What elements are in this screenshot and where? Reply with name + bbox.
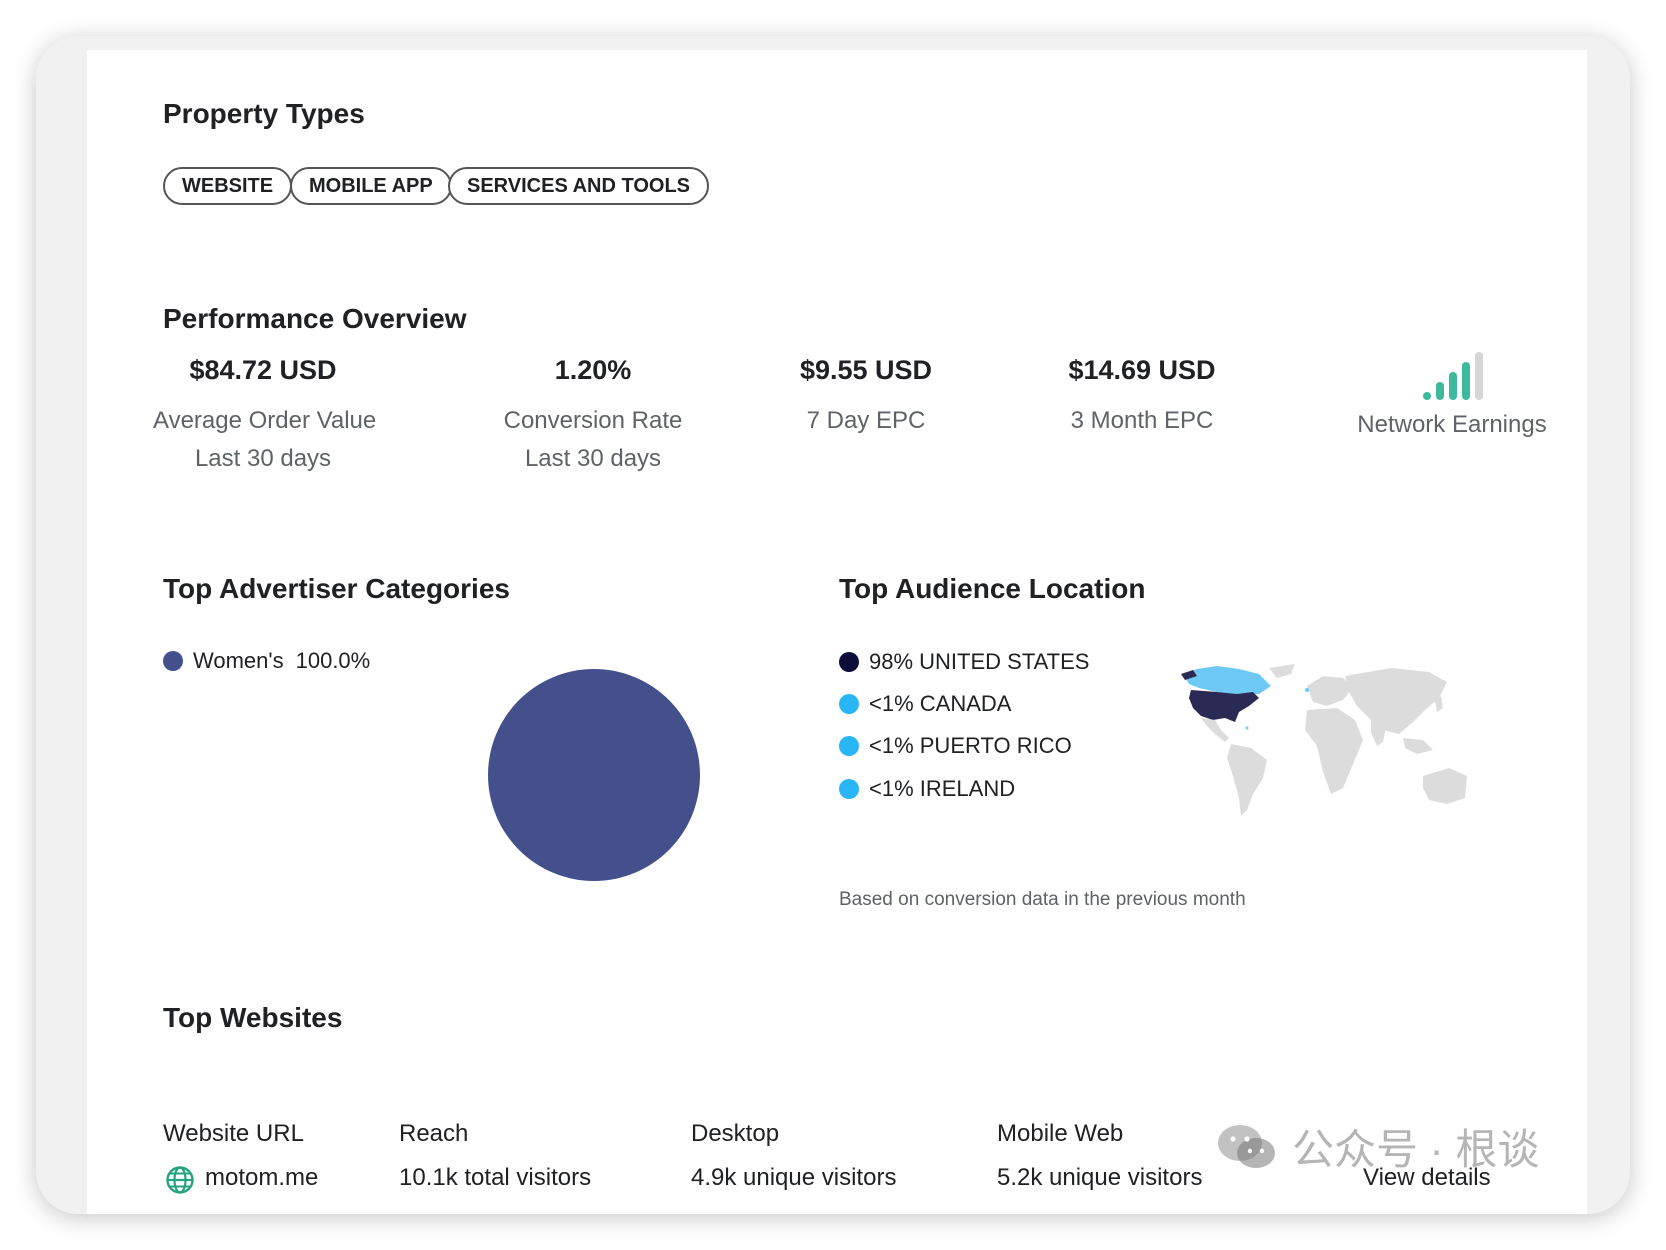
signal-bars-icon bbox=[1423, 352, 1483, 400]
mobile-web-value: 5.2k unique visitors bbox=[997, 1164, 1203, 1191]
stat-label: Conversion Rate bbox=[503, 407, 683, 434]
map-region-puerto-rico bbox=[1245, 726, 1249, 730]
stat-average-order-value: $84.72 USD Average Order Value Last 30 d… bbox=[153, 350, 377, 478]
signal-bar bbox=[1423, 392, 1431, 400]
map-region-south-america bbox=[1227, 744, 1267, 816]
map-region-canada bbox=[1183, 666, 1271, 694]
stat-conversion-rate: 1.20% Conversion Rate Last 30 days bbox=[483, 350, 703, 478]
location-dot bbox=[839, 779, 859, 799]
stat-value: $9.55 USD bbox=[799, 355, 933, 385]
stat-value: $84.72 USD bbox=[189, 355, 337, 385]
content-panel: Property Types WEBSITE MOBILE APP SERVIC… bbox=[87, 50, 1587, 1214]
stat-network-earnings: Network Earnings bbox=[1342, 350, 1562, 444]
performance-overview-title: Performance Overview bbox=[163, 303, 467, 334]
location-label: <1% PUERTO RICO bbox=[869, 733, 1072, 758]
column-header-website-url: Website URL bbox=[163, 1120, 304, 1147]
map-region-europe bbox=[1307, 676, 1353, 706]
location-item-united-states: 98% UNITED STATES bbox=[839, 649, 1089, 675]
signal-bar bbox=[1449, 372, 1457, 400]
location-dot bbox=[839, 694, 859, 714]
map-region-africa bbox=[1305, 708, 1363, 794]
signal-bar bbox=[1436, 382, 1444, 400]
map-region-southeast-asia bbox=[1403, 738, 1433, 754]
advertiser-categories-title: Top Advertiser Categories bbox=[163, 573, 510, 604]
stat-value: $14.69 USD bbox=[1068, 355, 1216, 385]
map-region-greenland bbox=[1269, 664, 1295, 678]
location-label: <1% CANADA bbox=[869, 691, 1012, 716]
stat-label: Network Earnings bbox=[1357, 411, 1547, 438]
column-header-desktop: Desktop bbox=[691, 1120, 780, 1147]
audience-location-title: Top Audience Location bbox=[839, 573, 1146, 604]
legend-item-womens: Women's 100.0% bbox=[163, 648, 370, 674]
desktop-value: 4.9k unique visitors bbox=[691, 1164, 897, 1191]
website-url-link[interactable]: motom.me bbox=[205, 1164, 318, 1192]
stat-value: 1.20% bbox=[554, 355, 632, 385]
advertiser-categories-pie-chart bbox=[488, 669, 700, 881]
signal-bar bbox=[1475, 352, 1483, 400]
chip-mobile-app[interactable]: MOBILE APP bbox=[290, 167, 452, 205]
location-dot bbox=[839, 736, 859, 756]
stat-label: 7 Day EPC bbox=[806, 407, 926, 434]
map-region-asia bbox=[1345, 668, 1447, 734]
stat-3-month-epc: $14.69 USD 3 Month EPC bbox=[1042, 350, 1242, 440]
globe-icon bbox=[166, 1166, 194, 1194]
location-item-canada: <1% CANADA bbox=[839, 691, 1011, 717]
map-region-australia bbox=[1423, 768, 1467, 804]
location-label: <1% IRELAND bbox=[869, 776, 1016, 801]
column-header-reach: Reach bbox=[399, 1120, 469, 1147]
location-item-puerto-rico: <1% PUERTO RICO bbox=[839, 733, 1072, 759]
map-region-mexico bbox=[1201, 718, 1229, 742]
audience-location-note: Based on conversion data in the previous… bbox=[839, 889, 1246, 910]
location-label: 98% UNITED STATES bbox=[869, 649, 1090, 674]
stat-label: 3 Month EPC bbox=[1070, 407, 1214, 434]
signal-bar bbox=[1462, 362, 1470, 400]
reach-value: 10.1k total visitors bbox=[399, 1164, 592, 1191]
legend-dot bbox=[163, 651, 183, 671]
watermark: 公众号 · 根谈 bbox=[1216, 1116, 1539, 1177]
stat-sublabel: Last 30 days bbox=[524, 445, 662, 472]
stat-7-day-epc: $9.55 USD 7 Day EPC bbox=[766, 350, 966, 440]
map-region-ireland bbox=[1305, 688, 1309, 692]
legend-category: Women's bbox=[193, 648, 284, 673]
watermark-text: 公众号 · 根谈 bbox=[1292, 1126, 1540, 1173]
top-websites-title: Top Websites bbox=[163, 1002, 343, 1033]
wechat-icon bbox=[1218, 1124, 1275, 1168]
pie-slice-women-s bbox=[488, 669, 700, 881]
property-types-title: Property Types bbox=[163, 98, 365, 129]
chip-website[interactable]: WEBSITE bbox=[163, 167, 293, 205]
world-map bbox=[1181, 664, 1467, 816]
location-dot bbox=[839, 652, 859, 672]
map-region-united-states bbox=[1189, 690, 1259, 722]
chip-services-and-tools[interactable]: SERVICES AND TOOLS bbox=[448, 167, 710, 205]
stat-label: Average Order Value bbox=[153, 407, 377, 434]
location-item-ireland: <1% IRELAND bbox=[839, 776, 1015, 802]
stat-sublabel: Last 30 days bbox=[194, 445, 332, 472]
column-header-mobile-web: Mobile Web bbox=[997, 1120, 1124, 1147]
legend-value: 100.0% bbox=[295, 648, 371, 673]
window-frame: Property Types WEBSITE MOBILE APP SERVIC… bbox=[36, 36, 1630, 1214]
map-region-india bbox=[1371, 718, 1387, 746]
